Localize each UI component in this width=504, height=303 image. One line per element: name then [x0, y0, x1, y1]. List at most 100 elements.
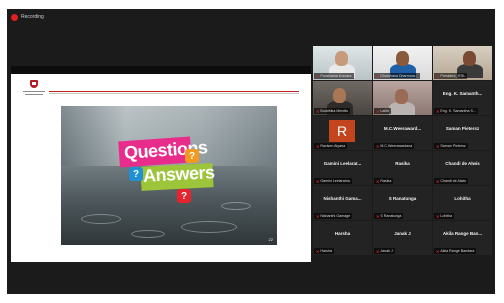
header-gray-rule	[49, 93, 299, 94]
participant-label: Nishanthi Gamage	[320, 214, 351, 218]
logo-crest-icon	[30, 80, 38, 88]
muted-microphone-icon: ✕	[436, 178, 440, 184]
participant-name-tag: ✕ Ravisen Aiyana	[314, 143, 348, 149]
shared-screen[interactable]: Questions Answers ? ? ? 22	[11, 66, 311, 262]
participant-tile[interactable]: Nishanthi Gama... ✕ Nishanthi Gamage	[313, 186, 372, 220]
participant-name-tag: ✕ President_IESL	[434, 73, 468, 79]
question-mark-icon: ?	[185, 149, 199, 163]
muted-microphone-icon: ✕	[436, 73, 440, 79]
participant-label: Buddhika Mendis	[320, 109, 348, 113]
participant-name-tag: ✕ M.C.Weerawardana	[374, 143, 415, 149]
institution-logo	[23, 80, 45, 100]
participant-display-name: Saman Pietersz	[445, 126, 480, 131]
question-mark-icon: ?	[177, 189, 191, 203]
answers-word: Answers	[142, 162, 215, 186]
participant-tile[interactable]: ✕ Dharshana Dharmara...	[373, 46, 432, 80]
participant-label: Janak J	[380, 249, 393, 253]
recording-label: Recording	[21, 14, 44, 20]
participant-label: Lohitha	[440, 214, 453, 218]
participant-tile[interactable]: S Ranatunga ✕ S Ranatunga	[373, 186, 432, 220]
participant-name-tag: ✕ Dharshana Dharmara...	[374, 73, 420, 79]
participant-tile[interactable]: Gamini Leelarat... ✕ Gamini Leelaratna	[313, 151, 372, 185]
participant-name-tag: ✕ Parakrama Kumara	[314, 73, 354, 79]
participant-label: Dharshana Dharmara...	[380, 74, 418, 78]
participant-tile[interactable]: R ✕ Ravisen Aiyana	[313, 116, 372, 150]
participant-display-name: Chandi de Alwis	[445, 161, 480, 166]
participant-display-name: Gamini Leelarat...	[323, 161, 362, 166]
muted-microphone-icon: ✕	[436, 248, 440, 254]
participant-name-tag: ✕ Harsha	[314, 248, 334, 254]
header-red-rule	[49, 91, 299, 92]
participant-display-name: Janak J	[394, 231, 411, 236]
participant-tile[interactable]: ✕ President_IESL	[433, 46, 492, 80]
muted-microphone-icon: ✕	[436, 143, 440, 149]
participant-display-name: M.C.Weeraward...	[383, 126, 422, 131]
avatar: R	[329, 120, 355, 142]
participant-label: S Ranatunga	[380, 214, 402, 218]
participant-tile[interactable]: Harsha ✕ Harsha	[313, 221, 372, 255]
qa-slide: Questions Answers ? ? ? 22	[61, 106, 277, 245]
participant-label: Gamini Leelaratna	[320, 179, 350, 183]
participant-tile[interactable]: M.C.Weeraward... ✕ M.C.Weerawardana	[373, 116, 432, 150]
muted-microphone-icon: ✕	[376, 73, 380, 79]
participant-tile[interactable]: Eng. K. Samanth... ✕ Eng. K. Samantha S...	[433, 81, 492, 115]
muted-microphone-icon: ✕	[376, 108, 380, 114]
participant-display-name: Harsha	[334, 231, 351, 236]
muted-microphone-icon: ✕	[376, 248, 380, 254]
participant-name-tag: ✕ Eng. K. Samantha S...	[434, 108, 478, 114]
muted-microphone-icon: ✕	[316, 213, 320, 219]
participant-label: Harsha	[320, 249, 332, 253]
participant-display-name: Lohitha	[454, 196, 471, 201]
muted-microphone-icon: ✕	[376, 213, 380, 219]
meeting-window: Recording Questions Answers ? ? ? 22 ✕ P…	[7, 9, 495, 294]
muted-microphone-icon: ✕	[436, 213, 440, 219]
participant-tile[interactable]: Lohitha ✕ Lohitha	[433, 186, 492, 220]
participant-tile[interactable]: Rasika ✕ Rasika	[373, 151, 432, 185]
recording-indicator[interactable]: Recording	[11, 12, 44, 22]
participant-label: Parakrama Kumara	[320, 74, 352, 78]
participant-name-tag: ✕ Janak J	[374, 248, 395, 254]
participant-name-tag: ✕ Saman Pietersz	[434, 143, 468, 149]
participant-label: Eng. K. Samantha S...	[440, 109, 476, 113]
muted-microphone-icon: ✕	[316, 178, 320, 184]
participant-label: Ravisen Aiyana	[320, 144, 346, 148]
participant-label: Lalith	[380, 109, 389, 113]
participant-gallery: ✕ Parakrama Kumara ✕ Dharshana Dharmara... ✕…	[313, 46, 493, 289]
participant-display-name: Rasika	[395, 161, 410, 166]
questions-answers-graphic: Questions Answers ? ? ?	[118, 136, 219, 205]
muted-microphone-icon: ✕	[316, 248, 320, 254]
participant-tile[interactable]: Janak J ✕ Janak J	[373, 221, 432, 255]
participant-name-tag: ✕ Gamini Leelaratna	[314, 178, 352, 184]
question-mark-icon: ?	[129, 167, 143, 181]
record-dot-icon	[11, 13, 18, 21]
participant-tile[interactable]: ✕ Buddhika Mendis	[313, 81, 372, 115]
participant-tile[interactable]: Akila Range Ban... ✕ Akila Range Bandara	[433, 221, 492, 255]
participant-label: Akila Range Bandara	[440, 249, 475, 253]
participant-name-tag: ✕ Chandi de Alwis	[434, 178, 468, 184]
participant-tile[interactable]: Saman Pietersz ✕ Saman Pietersz	[433, 116, 492, 150]
participant-name-tag: ✕ S Ranatunga	[374, 213, 404, 219]
participant-label: President_IESL	[440, 74, 466, 78]
slide-page-number: 22	[268, 237, 273, 242]
participant-name-tag: ✕ Nishanthi Gamage	[314, 213, 353, 219]
muted-microphone-icon: ✕	[316, 143, 320, 149]
participant-label: M.C.Weerawardana	[380, 144, 413, 148]
participant-tile[interactable]: ✕ Parakrama Kumara	[313, 46, 372, 80]
participant-name-tag: ✕ Buddhika Mendis	[314, 108, 350, 114]
muted-microphone-icon: ✕	[316, 108, 320, 114]
participant-display-name: S Ranatunga	[388, 196, 417, 201]
participant-name-tag: ✕ Akila Range Bandara	[434, 248, 477, 254]
participant-tile[interactable]: Chandi de Alwis ✕ Chandi de Alwis	[433, 151, 492, 185]
participant-name-tag: ✕ Lohitha	[434, 213, 455, 219]
participant-label: Rasika	[380, 179, 392, 183]
muted-microphone-icon: ✕	[376, 143, 380, 149]
participant-display-name: Eng. K. Samanth...	[442, 91, 483, 96]
participant-name-tag: ✕ Rasika	[374, 178, 394, 184]
participant-display-name: Nishanthi Gama...	[323, 196, 362, 201]
participant-label: Saman Pietersz	[440, 144, 466, 148]
participant-label: Chandi de Alwis	[440, 179, 466, 183]
participant-tile[interactable]: ✕ Lalith	[373, 81, 432, 115]
participant-display-name: Akila Range Ban...	[442, 231, 483, 236]
muted-microphone-icon: ✕	[316, 73, 320, 79]
shared-screen-top-strip	[11, 66, 311, 74]
